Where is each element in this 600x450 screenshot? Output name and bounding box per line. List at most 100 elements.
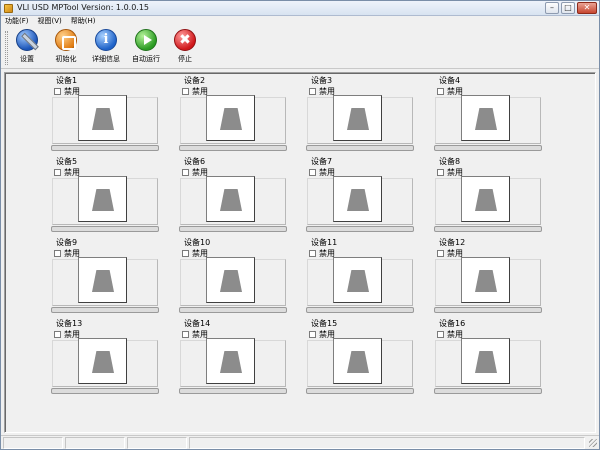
device-disable-checkbox[interactable]: 禁用	[182, 330, 208, 339]
window-controls: – □ ✕	[543, 2, 597, 15]
device-disable-checkbox[interactable]: 禁用	[182, 249, 208, 258]
checkbox-box[interactable]	[437, 250, 444, 257]
device-disable-checkbox[interactable]: 禁用	[54, 87, 80, 96]
initialize-button[interactable]: 初始化	[46, 29, 86, 67]
device-disable-checkbox[interactable]: 禁用	[309, 87, 335, 96]
settings-button[interactable]: 设置	[7, 29, 47, 67]
device-disable-checkbox[interactable]: 禁用	[54, 330, 80, 339]
auto-run-button[interactable]: 自动运行	[126, 29, 166, 67]
device-label: 设备16	[439, 319, 466, 328]
status-pane-2	[65, 437, 125, 449]
device-disable-checkbox[interactable]: 禁用	[182, 87, 208, 96]
device-label: 设备8	[439, 157, 461, 166]
usb-drive-icon	[92, 189, 114, 211]
initialize-icon	[55, 29, 77, 51]
device-progress-bar	[179, 307, 287, 313]
checkbox-box[interactable]	[54, 331, 61, 338]
device-label: 设备12	[439, 238, 466, 247]
close-button[interactable]: ✕	[577, 2, 597, 14]
device-disable-checkbox[interactable]: 禁用	[437, 168, 463, 177]
usb-drive-icon	[347, 351, 369, 373]
device-disable-checkbox[interactable]: 禁用	[182, 168, 208, 177]
device-slot[interactable]	[78, 338, 127, 384]
checkbox-box[interactable]	[309, 250, 316, 257]
device-disable-checkbox[interactable]: 禁用	[309, 330, 335, 339]
device-slot[interactable]	[333, 95, 382, 141]
checkbox-box[interactable]	[182, 169, 189, 176]
device-panel-10: 设备10 禁用	[179, 238, 287, 316]
checkbox-box[interactable]	[182, 250, 189, 257]
device-slot[interactable]	[333, 257, 382, 303]
status-pane-1	[3, 437, 63, 449]
device-label: 设备10	[184, 238, 211, 247]
details-button[interactable]: i 详细信息	[86, 29, 126, 67]
usb-drive-icon	[92, 351, 114, 373]
device-label: 设备4	[439, 76, 461, 85]
device-slot[interactable]	[461, 95, 510, 141]
menu-view[interactable]: 视图(V)	[38, 16, 62, 27]
device-disable-checkbox[interactable]: 禁用	[309, 249, 335, 258]
minimize-button[interactable]: –	[545, 2, 559, 14]
play-icon	[135, 29, 157, 51]
device-label: 设备15	[311, 319, 338, 328]
device-slot[interactable]	[333, 338, 382, 384]
checkbox-box[interactable]	[54, 169, 61, 176]
checkbox-box[interactable]	[437, 88, 444, 95]
device-disable-checkbox[interactable]: 禁用	[437, 87, 463, 96]
stop-icon: ✖	[174, 29, 196, 51]
device-progress-bar	[179, 226, 287, 232]
device-progress-bar	[306, 307, 414, 313]
checkbox-box[interactable]	[437, 169, 444, 176]
device-disable-checkbox[interactable]: 禁用	[54, 168, 80, 177]
device-slot[interactable]	[461, 176, 510, 222]
device-slot[interactable]	[206, 338, 255, 384]
device-panel-4: 设备4 禁用	[434, 76, 542, 154]
device-label: 设备11	[311, 238, 338, 247]
device-disable-checkbox[interactable]: 禁用	[309, 168, 335, 177]
device-panel-5: 设备5 禁用	[51, 157, 159, 235]
menu-help[interactable]: 帮助(H)	[71, 16, 96, 27]
device-slot[interactable]	[461, 257, 510, 303]
device-workspace: 设备1 禁用 设备2 禁用 设备3 禁用 设备4 禁用 设备5 禁用 设备6 禁用 设备7 禁用 设备8 禁用…	[4, 72, 596, 433]
resize-grip[interactable]	[589, 439, 597, 447]
checkbox-box[interactable]	[54, 250, 61, 257]
checkbox-box[interactable]	[309, 331, 316, 338]
device-progress-bar	[434, 307, 542, 313]
device-slot[interactable]	[333, 176, 382, 222]
menu-bar: 功能(F) 视图(V) 帮助(H)	[1, 16, 599, 27]
device-disable-checkbox[interactable]: 禁用	[437, 330, 463, 339]
device-slot[interactable]	[78, 257, 127, 303]
device-disable-checkbox[interactable]: 禁用	[437, 249, 463, 258]
device-panel-8: 设备8 禁用	[434, 157, 542, 235]
usb-drive-icon	[475, 189, 497, 211]
device-slot[interactable]	[78, 176, 127, 222]
device-progress-bar	[51, 145, 159, 151]
maximize-button[interactable]: □	[561, 2, 575, 14]
status-pane-4	[189, 437, 585, 449]
usb-drive-icon	[220, 108, 242, 130]
device-slot[interactable]	[206, 176, 255, 222]
device-slot[interactable]	[78, 95, 127, 141]
device-progress-bar	[51, 388, 159, 394]
checkbox-box[interactable]	[437, 331, 444, 338]
menu-function[interactable]: 功能(F)	[5, 16, 29, 27]
checkbox-box[interactable]	[54, 88, 61, 95]
device-progress-bar	[306, 145, 414, 151]
device-slot[interactable]	[206, 95, 255, 141]
device-panel-1: 设备1 禁用	[51, 76, 159, 154]
usb-drive-icon	[347, 189, 369, 211]
device-progress-bar	[434, 226, 542, 232]
device-label: 设备1	[56, 76, 78, 85]
checkbox-box[interactable]	[182, 88, 189, 95]
checkbox-box[interactable]	[309, 169, 316, 176]
usb-drive-icon	[220, 270, 242, 292]
device-slot[interactable]	[206, 257, 255, 303]
device-disable-checkbox[interactable]: 禁用	[54, 249, 80, 258]
title-bar[interactable]: VLI USD MPTool Version: 1.0.0.15 – □ ✕	[1, 1, 599, 16]
device-label: 设备5	[56, 157, 78, 166]
stop-button[interactable]: ✖ 停止	[165, 29, 205, 67]
device-slot[interactable]	[461, 338, 510, 384]
checkbox-box[interactable]	[309, 88, 316, 95]
checkbox-box[interactable]	[182, 331, 189, 338]
device-panel-7: 设备7 禁用	[306, 157, 414, 235]
